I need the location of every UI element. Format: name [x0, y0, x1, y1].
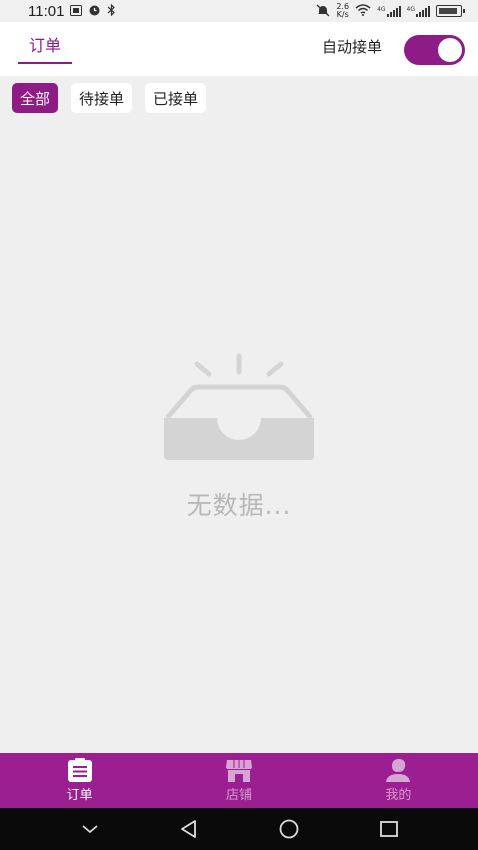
tab-item-store[interactable]: 店铺 [159, 753, 318, 808]
recents-icon[interactable] [379, 819, 399, 839]
tab-label-orders: 订单 [66, 788, 93, 803]
status-bar: 11:01 2.6 K/s 4G 4G [0, 0, 478, 22]
hide-keyboard-icon[interactable] [80, 823, 100, 835]
filter-all[interactable]: 全部 [12, 83, 59, 113]
wifi-icon [355, 4, 371, 18]
filter-chips: 全部 待接单 已接单 [12, 83, 207, 113]
alarm-icon [88, 4, 101, 18]
filter-accepted[interactable]: 已接单 [145, 83, 207, 113]
header-bar: 订单 自动接单 [0, 22, 478, 76]
signal-icon: 4G [377, 5, 401, 17]
net-speed-unit: K/s [336, 10, 349, 19]
net-speed: 2.6 K/s [336, 3, 349, 19]
status-left: 11:01 [28, 3, 116, 20]
tab-orders[interactable]: 订单 [18, 22, 72, 66]
tab-label-store: 店铺 [225, 788, 252, 803]
tab-item-mine[interactable]: 我的 [319, 753, 478, 808]
auto-accept-toggle[interactable] [404, 35, 465, 65]
mute-icon [316, 4, 330, 19]
sim-card-icon [70, 4, 83, 18]
order-icon [67, 758, 92, 782]
status-right: 2.6 K/s 4G 4G [316, 3, 465, 19]
store-icon [225, 760, 252, 782]
bottom-tabbar: 订单 店铺 我的 [0, 753, 478, 808]
filter-pending[interactable]: 待接单 [71, 83, 133, 113]
tab-item-orders[interactable]: 订单 [0, 753, 159, 808]
toggle-knob [438, 38, 462, 62]
signal-icon-2: 4G [406, 5, 430, 17]
system-nav-bar [0, 808, 478, 850]
auto-accept-label: 自动接单 [322, 38, 383, 56]
user-icon [386, 759, 411, 782]
battery-icon [436, 5, 465, 17]
empty-text: 无数据... [186, 491, 292, 520]
tab-underline [18, 62, 72, 64]
back-icon[interactable] [179, 819, 199, 839]
empty-tray-icon [164, 353, 314, 460]
signal-label-1: 4G [377, 5, 386, 13]
tab-label-mine: 我的 [385, 788, 412, 803]
empty-state: 无数据... [0, 350, 478, 522]
bluetooth-icon [107, 3, 116, 18]
home-icon[interactable] [278, 818, 300, 840]
signal-label-2: 4G [406, 5, 415, 13]
status-time: 11:01 [28, 2, 65, 20]
